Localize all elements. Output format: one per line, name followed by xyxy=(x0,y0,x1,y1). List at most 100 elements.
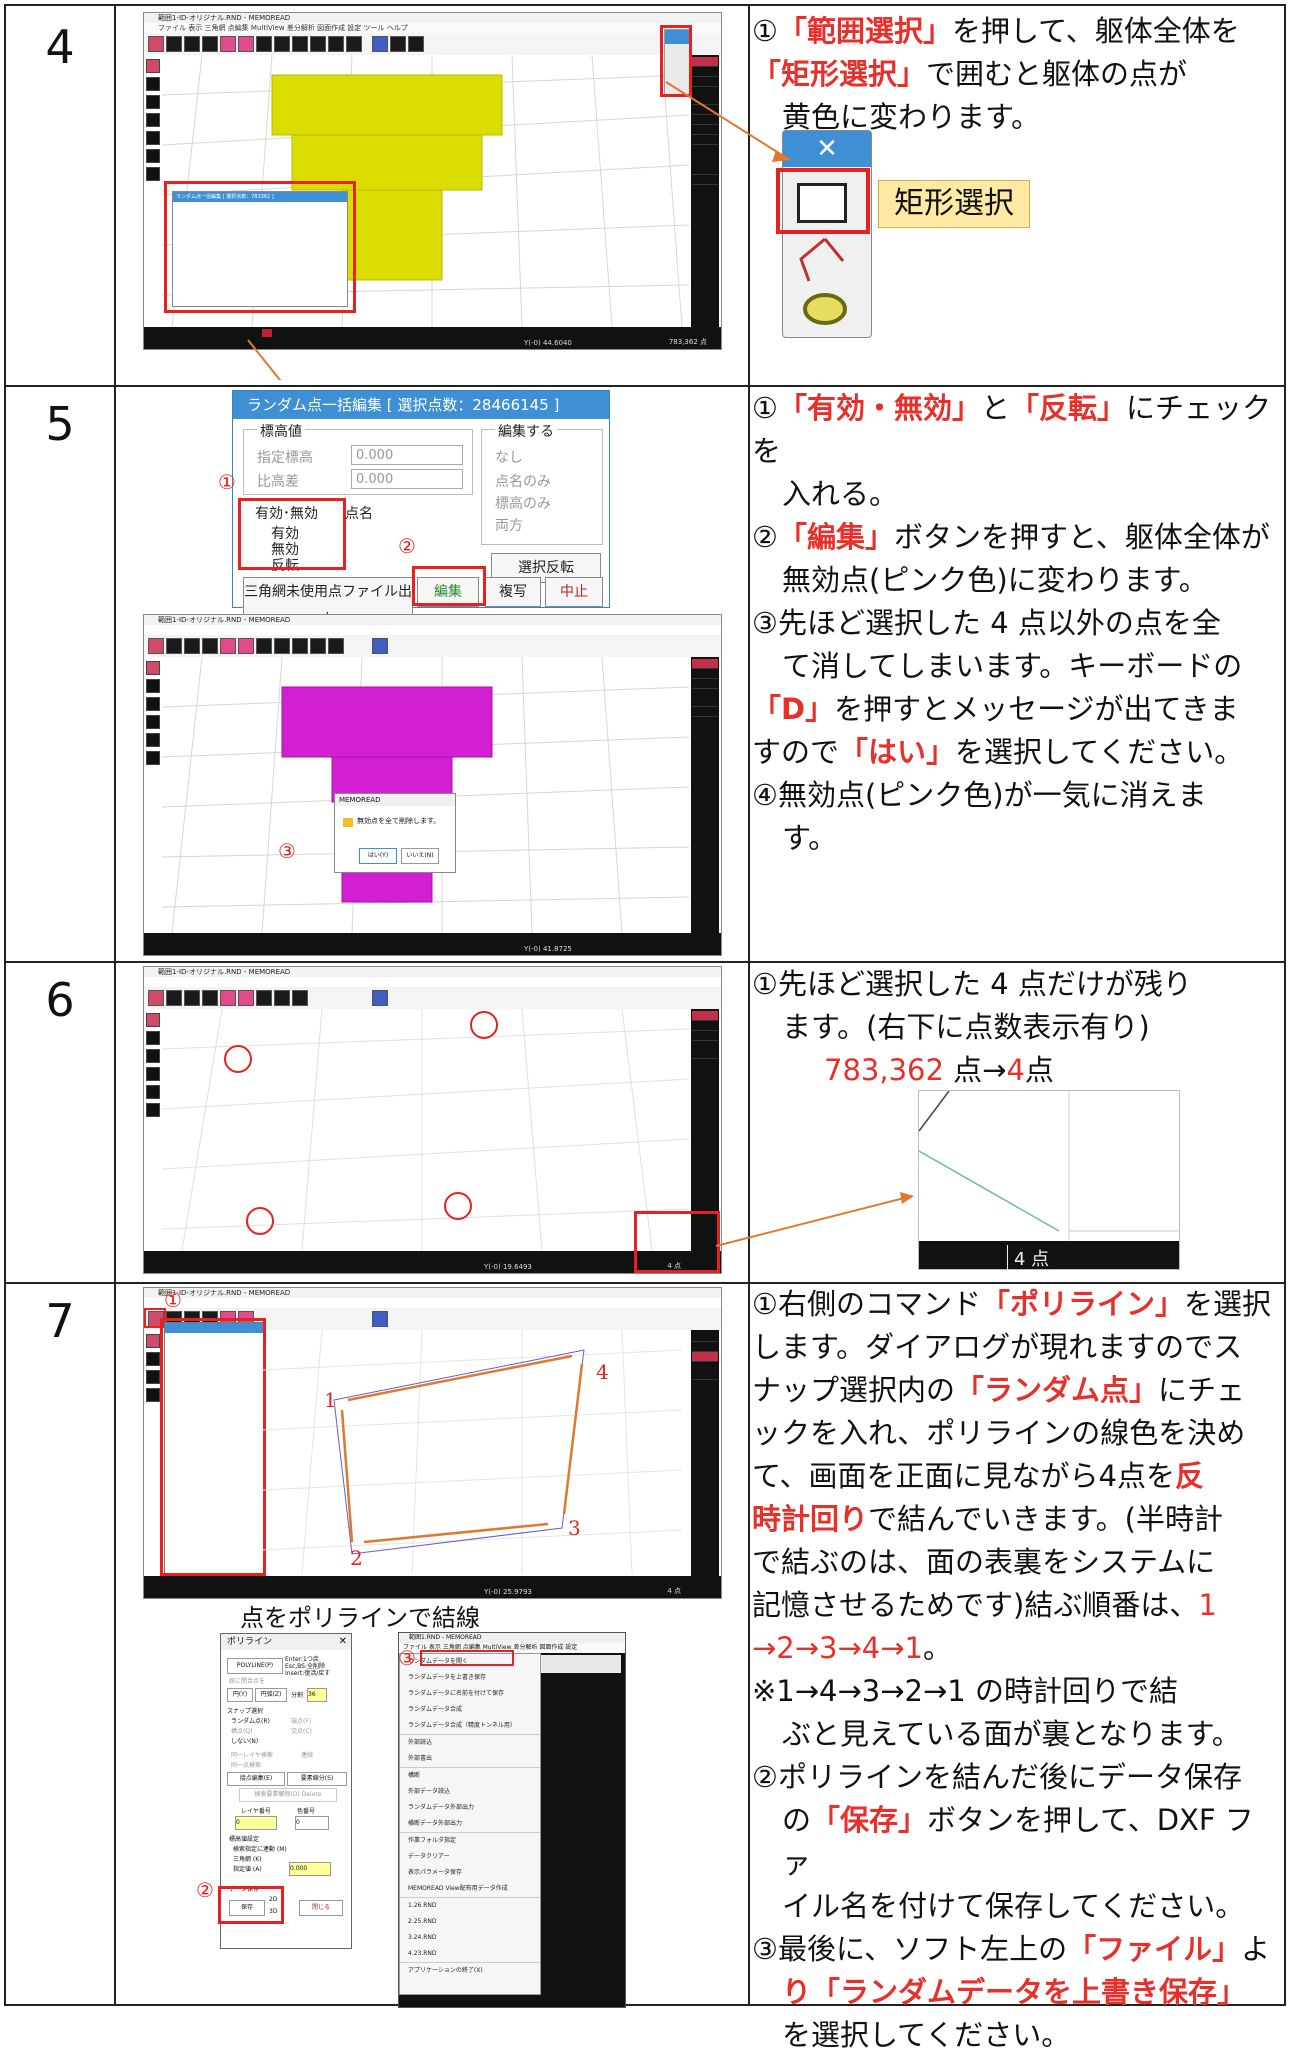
text: ックを入れ、ポリラインの線色を決め xyxy=(752,1416,1246,1450)
polyline-button[interactable]: POLYLINE(P) xyxy=(227,1658,283,1674)
marker-1: ① xyxy=(164,1288,182,1312)
z-opt3[interactable]: 指定値 (A) xyxy=(233,1864,262,1873)
highlight-text: 反 xyxy=(1175,1459,1205,1493)
arc-button[interactable]: 円弧(Z) xyxy=(255,1688,287,1702)
highlight-text: 「ランダム点」 xyxy=(955,1373,1159,1407)
file-menu-item[interactable]: ランダムデータに名前を付けて保存 xyxy=(400,1686,540,1702)
snap-random[interactable]: ランダム点(R) xyxy=(231,1716,270,1725)
node-edit-button[interactable]: 接点編集(E) xyxy=(227,1772,285,1786)
hint-text: Insert:復活/戻す xyxy=(285,1670,331,1677)
div-field[interactable]: 36 xyxy=(307,1688,327,1702)
file-menu-item[interactable]: 横断データ外部出力 xyxy=(400,1816,540,1833)
snap-end[interactable]: 端点(F) xyxy=(291,1716,311,1725)
color-field[interactable]: 0 xyxy=(295,1816,329,1830)
text: します。ダイアログが現れますのでス xyxy=(752,1330,1243,1364)
snap-vertex[interactable]: 構点(Q) xyxy=(231,1726,252,1735)
hints: Enter:1つ戻 Esc,BS:全削除 Insert:復活/戻す xyxy=(285,1656,330,1677)
file-menu: ランダムデータを開く ランダムデータを上書き保存 ランダムデータに名前を付けて保存ラ… xyxy=(399,1653,541,1995)
highlight-box xyxy=(420,1650,514,1666)
text: ③最後に、ソフト左上の xyxy=(752,1932,1068,1966)
file-menu-item[interactable]: アプリケーションの終了(X) xyxy=(400,1963,540,1979)
highlight-text: 「ポリライン」 xyxy=(981,1287,1185,1321)
text: で結ぶのは、面の表裏をシステムに xyxy=(752,1545,1216,1579)
text: を選択してください。 xyxy=(782,2018,1071,2052)
hint-text: Enter:1つ戻 xyxy=(285,1656,319,1663)
layer-label: レイヤ番号 xyxy=(241,1808,271,1815)
point-label-2: 2 xyxy=(350,1546,363,1570)
file-menu-screenshot: 範囲1.RND - MEMOREAD ファイル 表示 三角網 点編集 Multi… xyxy=(398,1632,626,2008)
cloud-icon[interactable] xyxy=(146,1370,160,1384)
command-item-polyline[interactable] xyxy=(692,1352,718,1362)
z-opt2[interactable]: 三角網 (K) xyxy=(233,1854,262,1863)
polyline-view[interactable] xyxy=(262,1330,682,1574)
snap-group-label: スナップ選択 xyxy=(227,1708,264,1715)
grid-icon[interactable] xyxy=(146,1352,160,1366)
flag-icon[interactable] xyxy=(372,1311,388,1327)
toolbar-arrows xyxy=(541,1655,621,1673)
points-after: 4 xyxy=(1006,1053,1025,1087)
file-menu-item[interactable]: 作業フォルダ指定 xyxy=(400,1833,540,1849)
highlight-text: 「ファイル」 xyxy=(1067,1932,1242,1966)
highlight-box xyxy=(218,1886,284,1924)
circle-button[interactable]: 円(Y) xyxy=(227,1688,253,1702)
chk-layer-search[interactable]: 同一レイヤ検索 xyxy=(231,1750,273,1759)
dialog-title: ポリライン xyxy=(221,1634,351,1650)
text: の xyxy=(782,1803,812,1837)
file-menu-item[interactable]: ランダムデータ外部出力 xyxy=(400,1800,540,1816)
point-label-3: 3 xyxy=(568,1516,581,1540)
file-menu-item[interactable]: ランダムデータ合成 xyxy=(400,1702,540,1718)
point-label-1: 1 xyxy=(324,1388,337,1412)
caption: 点をポリラインで結線 xyxy=(240,1604,480,1632)
div-label: 分割 xyxy=(291,1692,304,1699)
axis-icon[interactable] xyxy=(146,1388,160,1402)
window-title: 範囲1.RND - MEMOREAD xyxy=(399,1633,625,1643)
text: 点 xyxy=(1024,1053,1054,1087)
text: 記憶させるためです)結ぶ順番は、 xyxy=(752,1588,1199,1622)
tool-icon[interactable] xyxy=(146,1334,160,1348)
file-menu-item[interactable]: 2.25.RND xyxy=(400,1914,540,1930)
file-menu-item[interactable]: データクリアー xyxy=(400,1849,540,1865)
file-menu-item[interactable]: MEMOREAD View配布用データ作成 xyxy=(400,1881,540,1898)
file-menu-item[interactable]: 外部書出 xyxy=(400,1751,540,1768)
close-icon[interactable]: ✕ xyxy=(339,1636,347,1647)
text: よ xyxy=(1241,1932,1271,1966)
text: で結んでいきます。(半時計 xyxy=(868,1502,1223,1536)
text: ます。(右下に点数表示有り) xyxy=(782,1010,1150,1044)
points-before: 783,362 xyxy=(824,1053,944,1087)
file-menu-item[interactable]: 表示パラメータ保存 xyxy=(400,1865,540,1881)
command-item[interactable] xyxy=(692,1370,718,1380)
z-opt1[interactable]: 検索指定に連動 (M) xyxy=(233,1844,287,1853)
file-menu-item[interactable]: 3.24.RND xyxy=(400,1930,540,1946)
chk-same-search[interactable]: 同一点検索 xyxy=(231,1760,261,1769)
z-group-label: 標高値設定 xyxy=(229,1836,260,1843)
file-menu-item[interactable]: ランダムデータを上書き保存 xyxy=(400,1670,540,1686)
file-menu-item[interactable]: 4.23.RND xyxy=(400,1946,540,1963)
marker-3: ③ xyxy=(398,1646,416,1670)
color-label: 色番号 xyxy=(297,1808,316,1815)
file-menu-item[interactable]: 外部読込 xyxy=(400,1735,540,1751)
search-release-button[interactable]: 検索要素解除(D) Delete xyxy=(239,1788,337,1802)
hint-text: Esc,BS:全削除 xyxy=(285,1663,325,1670)
file-menu-item[interactable]: ランダムデータ合成（精度トンネル用） xyxy=(400,1718,540,1735)
command-item[interactable] xyxy=(692,1342,718,1352)
point-label-4: 4 xyxy=(596,1360,609,1384)
file-menu-item[interactable]: 1.26.RND xyxy=(400,1898,540,1914)
point-sel-button[interactable]: 要素線分(S) xyxy=(287,1772,347,1786)
close-button[interactable]: 閉じる xyxy=(299,1900,343,1916)
text: ぶと見えている面が裏となります。 xyxy=(782,1717,1241,1751)
file-menu-item[interactable]: 外部データ読込 xyxy=(400,1784,540,1800)
screenshot-memoread-polyline: 範囲1-ID-オリジナル.RND - MEMOREAD ① 1 2 3 4 Y(… xyxy=(143,1287,722,1599)
snap-center[interactable]: 交点(C) xyxy=(291,1726,312,1735)
z-field[interactable]: 0.000 xyxy=(289,1862,331,1876)
layer-field[interactable]: 0 xyxy=(235,1816,277,1830)
chk-link[interactable]: 連続 xyxy=(301,1750,313,1759)
text: ナップ選択内の xyxy=(752,1373,956,1407)
snap-none[interactable]: しない(N) xyxy=(231,1736,258,1745)
highlight-box xyxy=(160,1318,266,1576)
file-menu-item[interactable]: 構断 xyxy=(400,1768,540,1784)
text: ②ポリラインを結んだ後にデータ保存 xyxy=(752,1760,1242,1794)
command-item[interactable] xyxy=(692,1332,718,1342)
step6-text: ①先ほど選択した 4 点だけが残り ます。(右下に点数表示有り) 783,362… xyxy=(752,963,1278,1092)
chk-close[interactable]: 既に閉合点を xyxy=(229,1676,265,1685)
text: にチェ xyxy=(1158,1373,1246,1407)
